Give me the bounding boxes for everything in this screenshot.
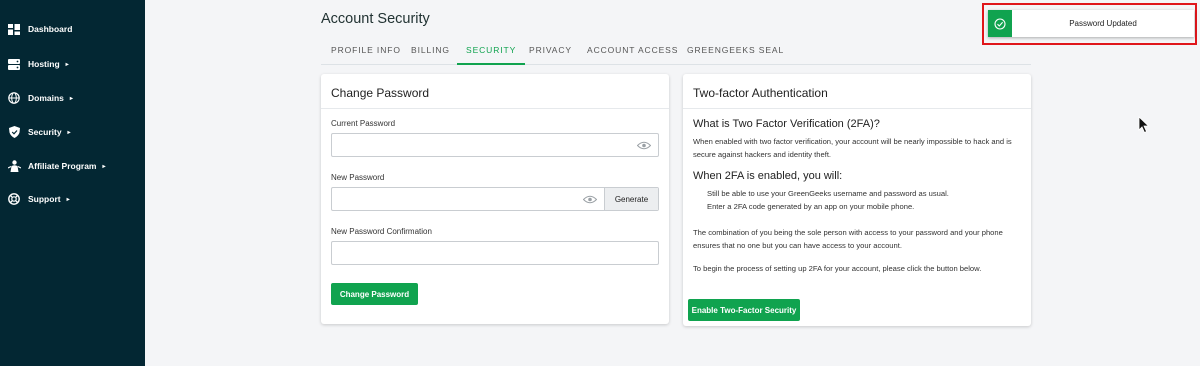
globe-icon <box>7 91 21 105</box>
tab-greengeeks-seal[interactable]: GREENGEEKS SEAL <box>687 40 784 65</box>
chevron-right-icon: ▸ <box>67 129 71 136</box>
chevron-right-icon: ▸ <box>66 196 70 203</box>
change-password-card: Change Password Current Password New Pas… <box>321 74 669 324</box>
sidebar-item-dashboard[interactable]: Dashboard <box>0 16 145 42</box>
sidebar-item-security[interactable]: Security ▸ <box>0 119 145 145</box>
sidebar-item-label: Domains <box>28 93 64 103</box>
list-item: Still be able to use your GreenGeeks use… <box>707 189 949 198</box>
generate-button[interactable]: Generate <box>604 188 658 210</box>
check-circle-icon <box>988 10 1012 37</box>
eye-icon[interactable] <box>583 195 597 204</box>
card-title: Change Password <box>331 86 430 100</box>
what-is-2fa-heading: What is Two Factor Verification (2FA)? <box>693 118 880 130</box>
divider <box>683 108 1031 109</box>
confirm-password-field[interactable] <box>331 241 659 265</box>
eye-icon[interactable] <box>637 141 651 150</box>
toast-message: Password Updated <box>1069 19 1137 28</box>
sidebar-item-hosting[interactable]: Hosting ▸ <box>0 51 145 77</box>
enable-two-factor-button[interactable]: Enable Two-Factor Security <box>688 299 800 321</box>
mouse-cursor-icon <box>1138 116 1150 134</box>
what-is-2fa-text: When enabled with two factor verificatio… <box>693 137 1012 159</box>
begin-process-text: To begin the process of setting up 2FA f… <box>693 264 982 273</box>
new-password-label: New Password <box>331 173 385 182</box>
sidebar-item-label: Dashboard <box>28 24 73 34</box>
divider <box>321 108 669 109</box>
server-icon <box>7 57 21 71</box>
chevron-right-icon: ▸ <box>102 163 106 170</box>
combination-text: The combination of you being the sole pe… <box>693 228 1003 250</box>
shield-icon <box>7 125 21 139</box>
tab-bar: PROFILE INFO BILLING SECURITY PRIVACY AC… <box>321 40 1031 65</box>
current-password-label: Current Password <box>331 119 396 128</box>
confirm-password-label: New Password Confirmation <box>331 227 432 236</box>
tab-profile-info[interactable]: PROFILE INFO <box>331 40 401 65</box>
sidebar-item-label: Hosting <box>28 59 60 69</box>
change-password-button[interactable]: Change Password <box>331 283 418 305</box>
chevron-right-icon: ▸ <box>69 95 73 102</box>
sidebar-item-domains[interactable]: Domains ▸ <box>0 85 145 111</box>
sidebar-item-label: Affiliate Program <box>28 161 97 171</box>
card-title: Two-factor Authentication <box>693 86 828 100</box>
sidebar-item-affiliate-program[interactable]: Affiliate Program ▸ <box>0 153 145 179</box>
list-item: Enter a 2FA code generated by an app on … <box>707 202 915 211</box>
page-title: Account Security <box>321 11 430 27</box>
new-password-field[interactable]: Generate <box>331 187 659 211</box>
sidebar-item-label: Security <box>28 127 62 137</box>
sidebar-item-support[interactable]: Support ▸ <box>0 186 145 212</box>
dashboard-icon <box>7 22 21 36</box>
tab-security[interactable]: SECURITY <box>457 40 526 65</box>
two-factor-card: Two-factor Authentication What is Two Fa… <box>683 74 1031 326</box>
tab-privacy[interactable]: PRIVACY <box>529 40 572 65</box>
tab-account-access[interactable]: ACCOUNT ACCESS <box>587 40 678 65</box>
current-password-field[interactable] <box>331 133 659 157</box>
sidebar-item-label: Support <box>28 194 61 204</box>
tab-billing[interactable]: BILLING <box>411 40 450 65</box>
toast-notification: Password Updated <box>988 10 1194 37</box>
sidebar: Dashboard Hosting ▸ Domains ▸ Security ▸… <box>0 0 145 366</box>
when-2fa-heading: When 2FA is enabled, you will: <box>693 170 843 182</box>
chevron-right-icon: ▸ <box>65 61 69 68</box>
support-icon <box>7 192 21 206</box>
affiliate-icon <box>7 159 21 173</box>
